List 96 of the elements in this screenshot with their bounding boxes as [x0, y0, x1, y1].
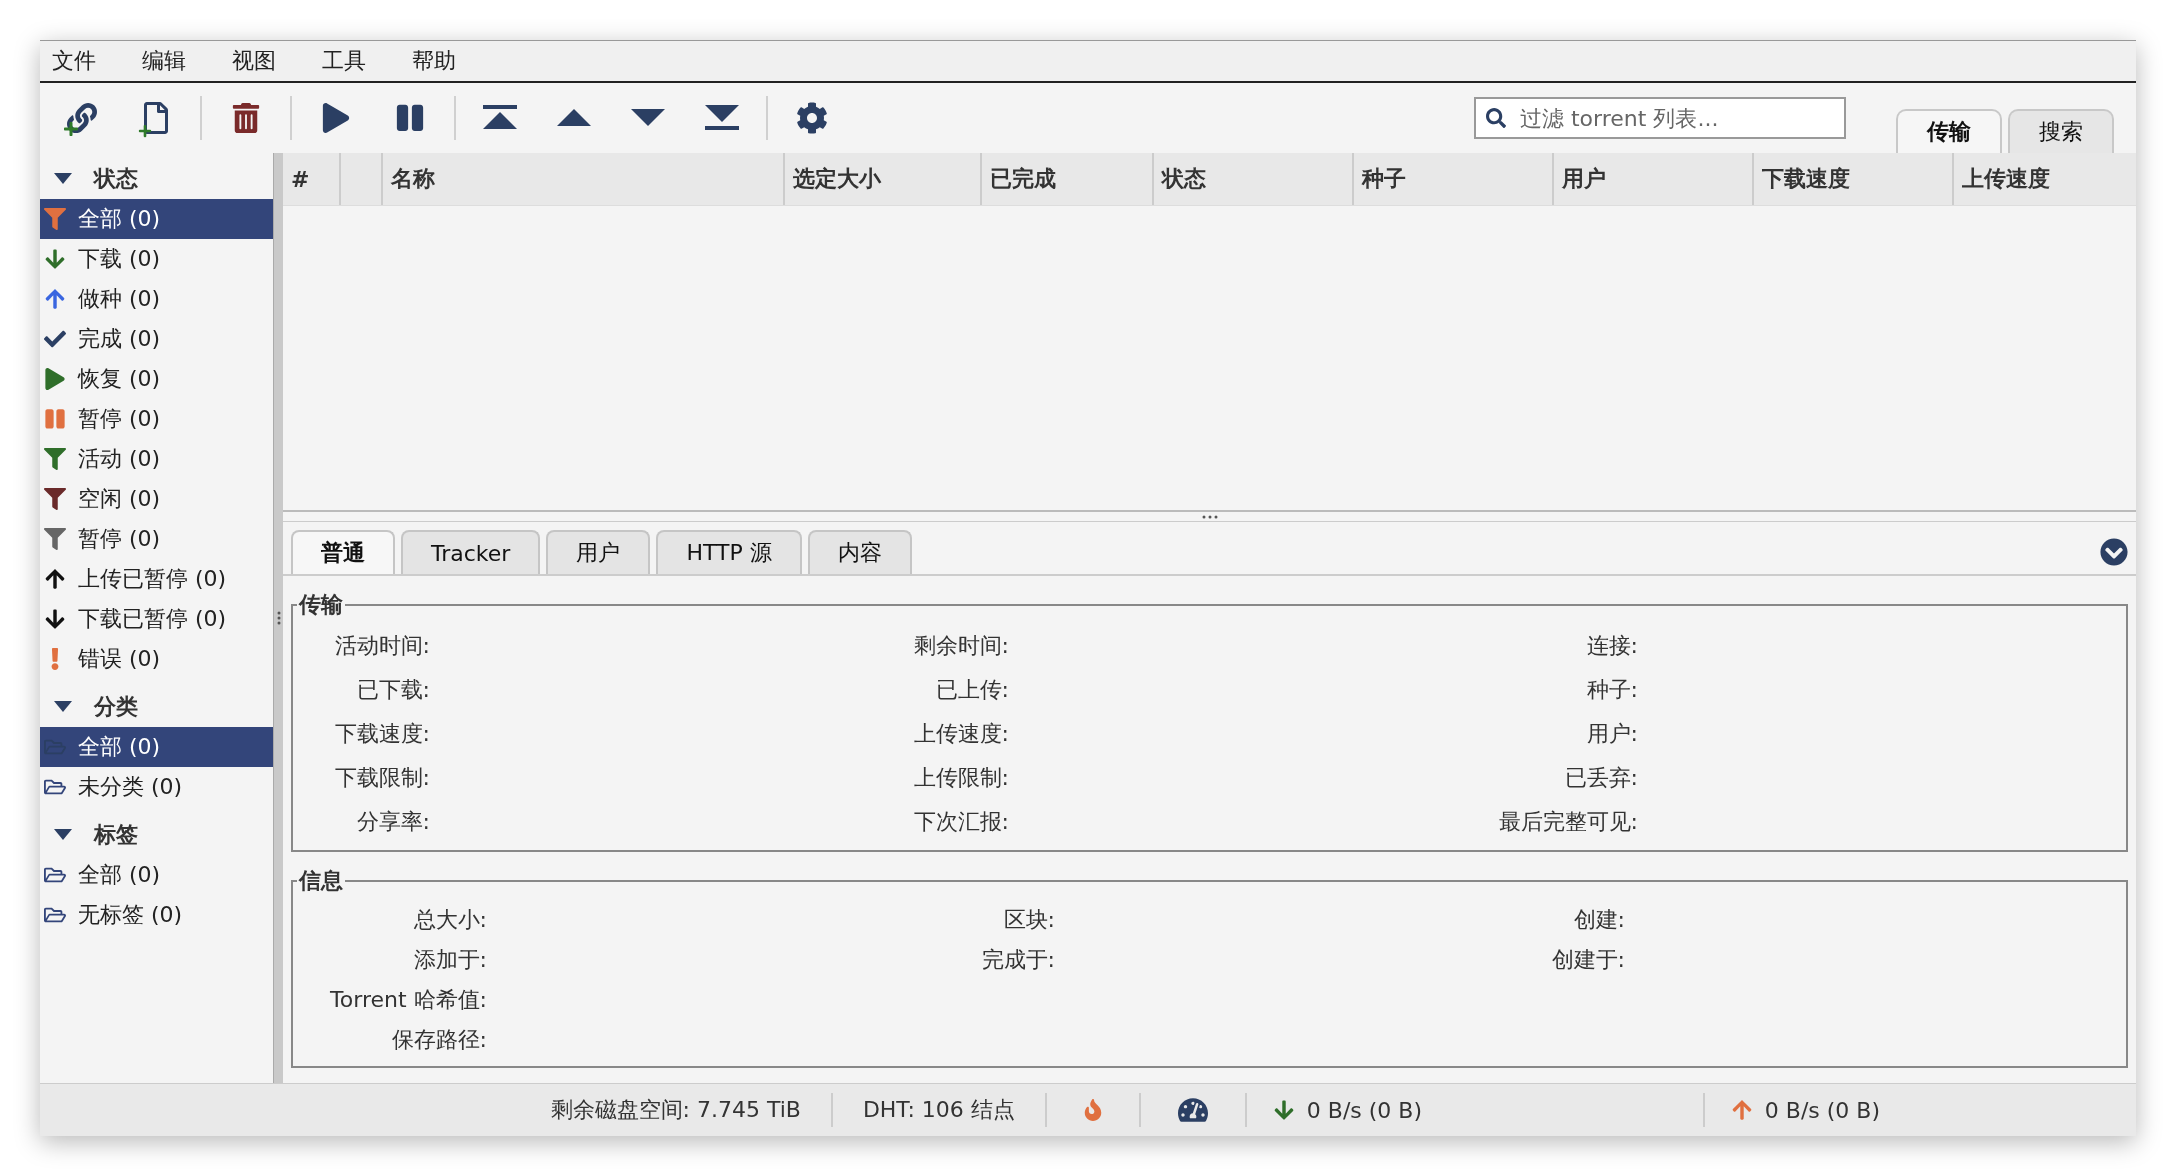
plus-icon	[138, 124, 152, 138]
section-header[interactable]: 状态	[40, 159, 144, 199]
triangle-up-icon	[557, 109, 591, 127]
collapse-button[interactable]	[2100, 538, 2128, 566]
speed-gauge-icon[interactable]	[1177, 1095, 1208, 1125]
field-label: Torrent 哈希值:	[329, 986, 487, 1014]
menu-item[interactable]: 工具	[322, 46, 366, 76]
tab[interactable]: 内容	[807, 530, 912, 574]
section-title: 信息	[297, 867, 344, 895]
move-top-icon	[483, 105, 517, 131]
filter-item[interactable]: 暂停 (0)	[40, 399, 273, 439]
section-title: 传输	[297, 591, 344, 619]
tab[interactable]: HTTP 源	[656, 530, 802, 574]
column-header[interactable]: #	[283, 153, 341, 205]
menu-item[interactable]: 视图	[232, 46, 276, 76]
column-header[interactable]: 选定大小	[785, 153, 982, 205]
filter-item[interactable]: 空闲 (0)	[40, 479, 273, 519]
trash-icon	[231, 103, 261, 133]
caret-icon	[54, 829, 72, 841]
field-label: 活动时间:	[333, 632, 430, 660]
menu-item[interactable]: 帮助	[412, 46, 456, 76]
upload-arrow-icon	[1730, 1099, 1753, 1121]
menu-item[interactable]: 编辑	[142, 46, 186, 76]
move-bottom-icon	[705, 105, 739, 131]
download-arrow-icon	[1272, 1099, 1295, 1121]
section-header[interactable]: 标签	[40, 815, 144, 855]
filter-item[interactable]: 错误 (0)	[40, 639, 273, 679]
caret-icon	[54, 701, 72, 713]
tab[interactable]: 用户	[546, 530, 651, 574]
field-label: 区块:	[1002, 906, 1055, 934]
filter-item[interactable]: 暂停 (0)	[40, 519, 273, 559]
tab[interactable]: 普通	[291, 530, 395, 574]
filter-item[interactable]: 恢复 (0)	[40, 359, 273, 399]
pause-icon	[42, 408, 68, 430]
field-label: 完成于:	[980, 946, 1055, 974]
tab[interactable]: Tracker	[401, 530, 541, 574]
field-label: 总大小:	[412, 906, 487, 934]
filter-item[interactable]: 做种 (0)	[40, 279, 273, 319]
field-label: 分享率:	[355, 808, 430, 836]
field-label: 已下载:	[355, 676, 430, 704]
filter-item[interactable]: 下载 (0)	[40, 239, 273, 279]
funnel-icon	[42, 208, 68, 230]
grip-icon	[276, 611, 281, 625]
plus-icon	[63, 121, 79, 137]
funnel-icon	[42, 448, 68, 470]
field-label: 种子:	[1585, 676, 1638, 704]
field-label: 创建:	[1572, 906, 1625, 934]
field-label: 已丢弃:	[1563, 764, 1638, 792]
field-label: 用户:	[1585, 720, 1638, 748]
filter-item[interactable]: 全部 (0)	[40, 855, 273, 895]
triangle-down-icon	[631, 109, 665, 127]
filter-item[interactable]: 完成 (0)	[40, 319, 273, 359]
column-header[interactable]: 已完成	[982, 153, 1154, 205]
tab[interactable]: 传输	[1896, 109, 2002, 153]
column-header[interactable]: 种子	[1354, 153, 1554, 205]
field-label: 创建于:	[1550, 946, 1625, 974]
filter-item[interactable]: 全部 (0)	[40, 199, 273, 239]
field-label: 保存路径:	[390, 1026, 487, 1054]
upload-speed-text: 0 B/s (0 B)	[1764, 1097, 1880, 1123]
field-label: 剩余时间:	[912, 632, 1009, 660]
grip-icon	[1201, 514, 1218, 519]
section-header[interactable]: 分类	[40, 687, 144, 727]
field-label: 下载速度:	[333, 720, 430, 748]
filter-item[interactable]: 无标签 (0)	[40, 895, 273, 935]
column-header[interactable]: 下载速度	[1754, 153, 1954, 205]
pause-icon	[395, 103, 425, 133]
filter-item[interactable]: 未分类 (0)	[40, 767, 273, 807]
filter-item[interactable]: 活动 (0)	[40, 439, 273, 479]
field-label: 已上传:	[934, 676, 1009, 704]
play-icon	[321, 103, 351, 133]
download-speed-text: 0 B/s (0 B)	[1306, 1097, 1422, 1123]
field-label: 上传限制:	[912, 764, 1009, 792]
search-field[interactable]: 过滤 torrent 列表...	[1474, 97, 1846, 139]
filter-item[interactable]: 全部 (0)	[40, 727, 273, 767]
check-icon	[42, 328, 68, 350]
settings-icon	[796, 102, 828, 134]
tab[interactable]: 搜索	[2008, 109, 2114, 153]
filter-item[interactable]: 下载已暂停 (0)	[40, 599, 273, 639]
column-header[interactable]: 状态	[1154, 153, 1354, 205]
field-label: 最后完整可见:	[1497, 808, 1638, 836]
column-header[interactable]: 用户	[1554, 153, 1754, 205]
column-header[interactable]: 名称	[383, 153, 785, 205]
disk-space-text: 剩余磁盘空间: 7.745 TiB	[550, 1096, 801, 1124]
column-header[interactable]: 上传速度	[1954, 153, 2136, 205]
dht-text: DHT: 106 结点	[862, 1096, 1015, 1124]
field-label: 添加于:	[412, 946, 487, 974]
menu-item[interactable]: 文件	[52, 46, 96, 76]
filter-item[interactable]: 上传已暂停 (0)	[40, 559, 273, 599]
field-label: 下次汇报:	[912, 808, 1009, 836]
field-label: 连接:	[1585, 632, 1638, 660]
field-label: 下载限制:	[333, 764, 430, 792]
link-icon	[67, 103, 97, 133]
caret-icon	[54, 173, 72, 185]
field-label: 上传速度:	[912, 720, 1009, 748]
funnel-icon	[42, 528, 68, 550]
funnel-icon	[42, 488, 68, 510]
